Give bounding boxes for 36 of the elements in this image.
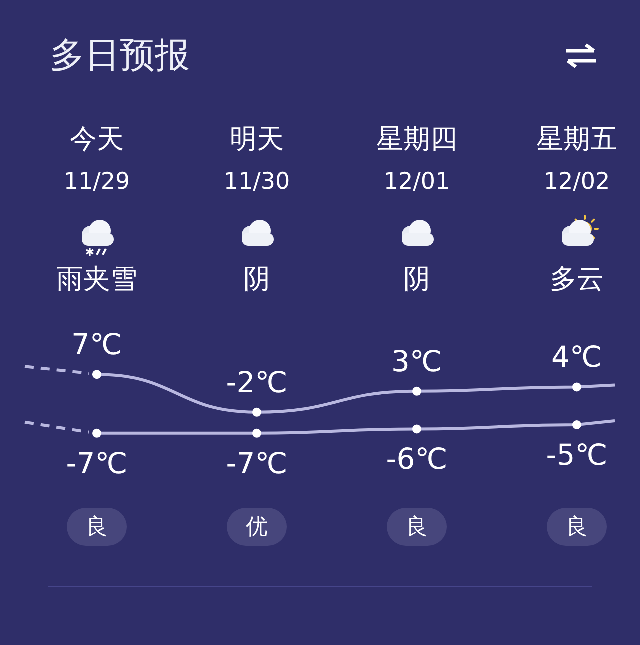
data-point bbox=[252, 428, 262, 438]
day-name: 星期五 bbox=[536, 123, 618, 157]
air-quality-badge: 良 bbox=[387, 508, 447, 546]
day-name: 明天 bbox=[230, 123, 284, 157]
air-quality-badge: 良 bbox=[547, 508, 607, 546]
date-label: 12/01 bbox=[384, 168, 450, 197]
air-quality-badge: 优 bbox=[227, 508, 287, 546]
data-point bbox=[572, 382, 582, 392]
data-point bbox=[572, 420, 582, 430]
air-quality-badge: 良 bbox=[67, 508, 127, 546]
date-label: 12/02 bbox=[544, 168, 610, 197]
data-point bbox=[412, 424, 422, 434]
high-temperature: -2℃ bbox=[226, 365, 288, 400]
day-name: 星期四 bbox=[376, 123, 458, 157]
dashed-line bbox=[24, 420, 90, 434]
date-label: 11/29 bbox=[64, 168, 130, 197]
dashed-line bbox=[24, 365, 90, 376]
low-temperature: -6℃ bbox=[386, 442, 448, 476]
weather-condition: 雨夹雪 bbox=[56, 263, 138, 297]
high-temperature: 4℃ bbox=[551, 340, 603, 374]
high-temperature: 7℃ bbox=[71, 328, 123, 362]
page-title: 多日预报 bbox=[50, 34, 190, 78]
low-temperature: -7℃ bbox=[226, 446, 288, 480]
low-temperature: -5℃ bbox=[546, 438, 608, 472]
high-temperature: 3℃ bbox=[391, 344, 443, 378]
data-point bbox=[412, 386, 422, 396]
data-point bbox=[92, 370, 102, 380]
weather-condition: 阴 bbox=[404, 263, 430, 297]
date-label: 11/30 bbox=[224, 168, 290, 197]
day-name: 今天 bbox=[70, 123, 124, 157]
data-point bbox=[252, 408, 262, 417]
weather-condition: 多云 bbox=[550, 263, 604, 297]
low-temperature: -7℃ bbox=[66, 446, 128, 480]
weather-condition: 阴 bbox=[244, 263, 270, 297]
data-point bbox=[92, 428, 102, 438]
swap-icon[interactable] bbox=[564, 43, 598, 69]
